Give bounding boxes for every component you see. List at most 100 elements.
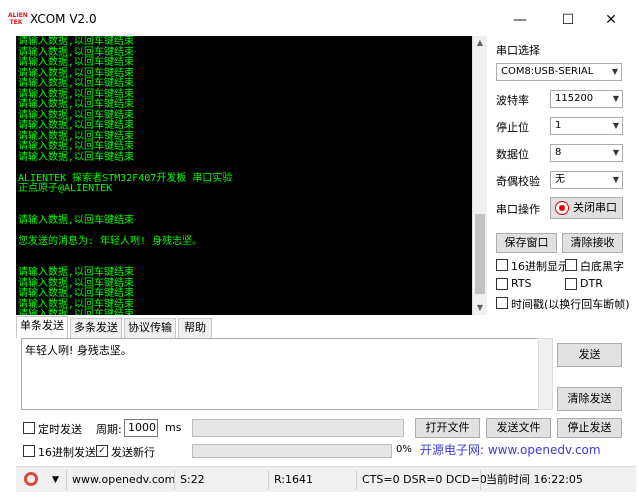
databit-label: 数据位 <box>496 148 529 161</box>
hex-send-label: 16进制发送 <box>38 446 96 459</box>
ms-label: ms <box>165 421 182 434</box>
receive-line: 请输入数据,以回车键结束 <box>18 309 135 315</box>
timestamp-label: 时间戳(以换行回车断帧) <box>511 298 630 311</box>
receive-line: 请输入数据,以回车键结束 <box>18 267 135 278</box>
close-port-label: 关闭串口 <box>573 201 617 214</box>
chevron-down-icon: ▼ <box>612 148 619 157</box>
clear-send-button[interactable]: 清除发送 <box>557 387 622 411</box>
tab-protocol[interactable]: 协议传输 <box>124 318 176 338</box>
receive-line: 请输入数据,以回车键结束 <box>18 36 135 47</box>
status-received-count: R:1641 <box>274 473 314 486</box>
chevron-down-icon: ▼ <box>612 121 619 130</box>
rts-label: RTS <box>511 277 532 290</box>
status-line-state: CTS=0 DSR=0 DCD=0 <box>362 473 487 486</box>
receive-line: 请输入数据,以回车键结束 <box>18 288 135 299</box>
parity-label: 奇偶校验 <box>496 175 540 188</box>
save-window-button[interactable]: 保存窗口 <box>496 233 557 253</box>
send-newline-label: 发送新行 <box>111 446 155 459</box>
stop-send-button[interactable]: 停止发送 <box>557 418 622 438</box>
open-file-button[interactable]: 打开文件 <box>415 418 480 438</box>
white-bg-checkbox[interactable] <box>565 259 577 271</box>
send-input[interactable]: 年轻人咧! 身残志坚。 <box>21 338 553 410</box>
receive-line: 请输入数据,以回车键结束 <box>18 120 135 131</box>
receive-line <box>18 226 232 237</box>
period-input[interactable]: 1000 <box>124 419 158 437</box>
scroll-down-icon[interactable]: ▼ <box>473 301 487 315</box>
close-port-button[interactable]: 关闭串口 <box>550 197 623 219</box>
chevron-down-icon: ▼ <box>611 67 618 76</box>
send-newline-checkbox[interactable]: ✓ <box>96 445 108 457</box>
openedv-banner-link[interactable]: 开源电子网: www.openedv.com <box>420 440 628 460</box>
app-logo-icon: ALIEN TEK <box>8 12 28 26</box>
port-value: COM8:USB-SERIAL <box>501 66 594 77</box>
close-button[interactable]: ✕ <box>588 6 634 34</box>
send-progress-bar <box>192 444 392 458</box>
settings-gear-icon[interactable] <box>24 472 38 490</box>
maximize-button[interactable]: ☐ <box>545 6 591 34</box>
receive-line: 请输入数据,以回车键结束 <box>18 151 135 163</box>
chevron-down-icon: ▼ <box>612 175 619 184</box>
status-url[interactable]: www.openedv.com <box>72 471 175 489</box>
receive-text: 请输入数据,以回车键结束 请输入数据,以回车键结束 请输入数据,以回车键结束 请输入数… <box>18 36 232 315</box>
dtr-checkbox[interactable] <box>565 278 577 290</box>
databit-combo[interactable]: 8 ▼ <box>550 144 623 162</box>
tab-single-send[interactable]: 单条发送 <box>16 316 68 338</box>
tab-multi-send[interactable]: 多条发送 <box>70 318 122 338</box>
receive-line: 请输入数据,以回车键结束 <box>18 141 135 152</box>
send-scrollbar[interactable] <box>538 338 553 410</box>
status-time: 当前时间 16:22:05 <box>486 473 583 486</box>
dtr-label: DTR <box>580 277 603 290</box>
stopbit-label: 停止位 <box>496 121 529 134</box>
receive-line <box>18 163 232 174</box>
status-bar: ▼ www.openedv.com S:22 R:1641 CTS=0 DSR=… <box>16 466 636 492</box>
baud-combo[interactable]: 115200 ▼ <box>550 90 623 108</box>
receive-area[interactable]: 请输入数据,以回车键结束 请输入数据,以回车键结束 请输入数据,以回车键结束 请输入数… <box>16 36 472 315</box>
receive-line: 请输入数据,以回车键结束 <box>18 99 135 110</box>
receive-line <box>18 205 232 216</box>
parity-value: 无 <box>555 174 565 185</box>
receive-line: 正点原子@ALIENTEK <box>18 183 113 194</box>
baud-value: 115200 <box>555 93 594 104</box>
serial-op-label: 串口操作 <box>496 203 540 216</box>
receive-scrollbar[interactable]: ▲ ▼ <box>472 36 487 315</box>
title-bar: ALIEN TEK XCOM V2.0 — ☐ ✕ <box>0 0 639 36</box>
chevron-down-icon: ▼ <box>612 94 619 103</box>
dropdown-icon[interactable]: ▼ <box>52 471 59 489</box>
send-text: 年轻人咧! 身残志坚。 <box>25 344 132 357</box>
file-path-field[interactable] <box>192 419 404 437</box>
rts-checkbox[interactable] <box>496 278 508 290</box>
send-button[interactable]: 发送 <box>557 343 622 367</box>
settings-panel: 串口选择 COM8:USB-SERIAL ▼ 波特率 115200 ▼ 停止位 … <box>490 36 639 316</box>
timestamp-checkbox[interactable] <box>496 297 508 309</box>
scroll-up-icon[interactable]: ▲ <box>473 36 487 50</box>
scroll-thumb[interactable] <box>475 214 485 294</box>
clear-receive-button[interactable]: 清除接收 <box>562 233 623 253</box>
status-sent-count: S:22 <box>180 473 205 486</box>
minimize-button[interactable]: — <box>497 6 543 34</box>
receive-line: 请输入数据,以回车键结束 <box>18 57 135 68</box>
stopbit-combo[interactable]: 1 ▼ <box>550 117 623 135</box>
window-title: XCOM V2.0 <box>30 12 97 26</box>
port-select-label: 串口选择 <box>496 44 540 57</box>
white-bg-label: 白底黑字 <box>580 260 624 273</box>
baud-label: 波特率 <box>496 94 529 107</box>
receive-line <box>18 195 232 206</box>
port-combo[interactable]: COM8:USB-SERIAL ▼ <box>496 63 622 81</box>
progress-percent: 0% <box>396 444 412 455</box>
receive-line: 请输入数据,以回车键结束 <box>18 78 135 89</box>
hex-send-checkbox[interactable] <box>23 445 35 457</box>
hex-display-checkbox[interactable] <box>496 259 508 271</box>
stopbit-value: 1 <box>555 120 562 131</box>
send-tabs: 单条发送 多条发送 协议传输 帮助 <box>16 316 636 338</box>
receive-line <box>18 247 232 258</box>
receive-line: 请输入数据,以回车键结束 <box>18 214 135 226</box>
receive-line: 您发送的消息为: 年轻人咧! 身残志坚。 <box>18 235 203 247</box>
parity-combo[interactable]: 无 ▼ <box>550 171 623 189</box>
timed-send-checkbox[interactable] <box>23 422 35 434</box>
timed-send-label: 定时发送 <box>38 423 82 436</box>
send-file-button[interactable]: 发送文件 <box>486 418 551 438</box>
period-label: 周期: <box>96 423 122 436</box>
tab-help[interactable]: 帮助 <box>178 318 212 338</box>
hex-display-label: 16进制显示 <box>511 260 569 273</box>
port-status-icon <box>555 201 569 215</box>
